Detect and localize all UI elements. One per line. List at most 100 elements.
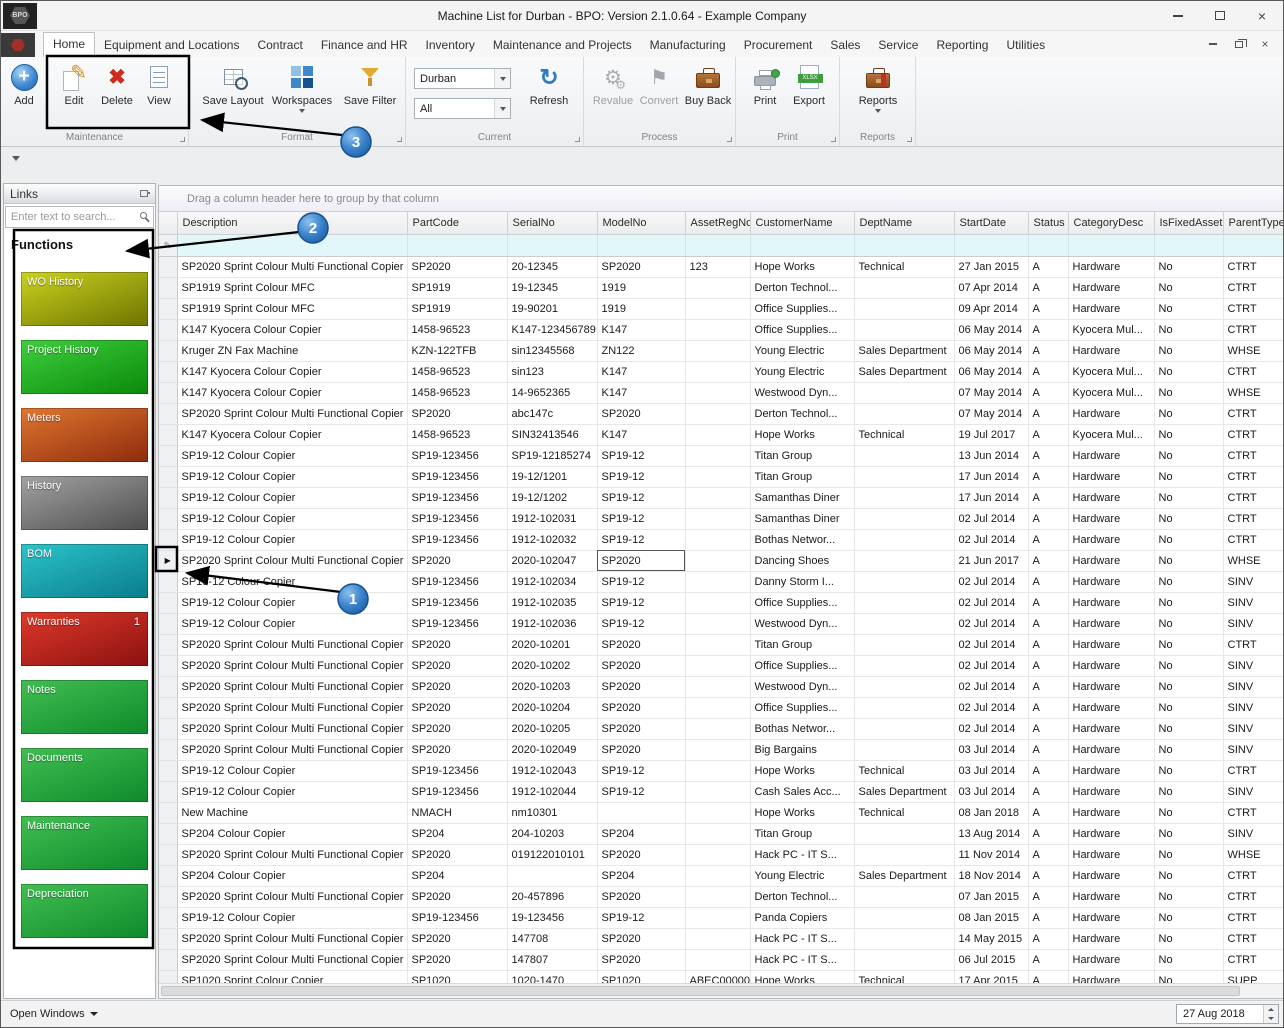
- table-row[interactable]: SP19-12 Colour CopierSP19-123456SP19-121…: [159, 445, 1283, 466]
- cell[interactable]: Kyocera Mul...: [1068, 424, 1154, 445]
- cell[interactable]: SP2020 Sprint Colour Multi Functional Co…: [177, 928, 407, 949]
- cell[interactable]: 06 Jul 2015: [954, 949, 1028, 970]
- cell[interactable]: [685, 865, 750, 886]
- cell[interactable]: WHSE: [1223, 382, 1283, 403]
- filter-cell-customername[interactable]: [750, 234, 854, 256]
- cell[interactable]: [854, 844, 954, 865]
- cell[interactable]: 1912-102043: [507, 760, 597, 781]
- cell[interactable]: No: [1154, 466, 1223, 487]
- cell[interactable]: No: [1154, 928, 1223, 949]
- cell[interactable]: Hack PC - IT S...: [750, 928, 854, 949]
- table-row[interactable]: SP2020 Sprint Colour Multi Functional Co…: [159, 634, 1283, 655]
- cell[interactable]: 1020-1470: [507, 970, 597, 983]
- cell[interactable]: Big Bargains: [750, 739, 854, 760]
- cell[interactable]: 123: [685, 256, 750, 277]
- cell[interactable]: SP2020: [407, 886, 507, 907]
- table-row[interactable]: SP19-12 Colour CopierSP19-12345619-12/12…: [159, 487, 1283, 508]
- cell[interactable]: A: [1028, 739, 1068, 760]
- cell[interactable]: SP19-123456: [407, 781, 507, 802]
- cell[interactable]: 1919: [597, 277, 685, 298]
- cell[interactable]: SP2020: [407, 739, 507, 760]
- cell[interactable]: [854, 634, 954, 655]
- table-row[interactable]: SP2020 Sprint Colour Multi Functional Co…: [159, 949, 1283, 970]
- cell[interactable]: 07 May 2014: [954, 403, 1028, 424]
- dialog-launcher-icon[interactable]: [180, 137, 185, 142]
- cell[interactable]: 19 Jul 2017: [954, 424, 1028, 445]
- cell[interactable]: CTRT: [1223, 487, 1283, 508]
- cell[interactable]: [854, 277, 954, 298]
- cell[interactable]: SP19-123456: [407, 571, 507, 592]
- add-button[interactable]: + Add: [5, 60, 43, 107]
- cell[interactable]: K147-123456789: [507, 319, 597, 340]
- table-row[interactable]: SP2020 Sprint Colour Multi Functional Co…: [159, 886, 1283, 907]
- cell[interactable]: SP2020: [597, 739, 685, 760]
- cell[interactable]: 03 Jul 2014: [954, 739, 1028, 760]
- cell[interactable]: [685, 928, 750, 949]
- cell[interactable]: SP19-12 Colour Copier: [177, 529, 407, 550]
- cell[interactable]: 27 Jan 2015: [954, 256, 1028, 277]
- cell[interactable]: Derton Technol...: [750, 403, 854, 424]
- cell[interactable]: CTRT: [1223, 361, 1283, 382]
- cell[interactable]: Kruger ZN Fax Machine: [177, 340, 407, 361]
- cell[interactable]: CTRT: [1223, 529, 1283, 550]
- cell[interactable]: SP204: [407, 865, 507, 886]
- cell[interactable]: 1458-96523: [407, 424, 507, 445]
- cell[interactable]: Hardware: [1068, 718, 1154, 739]
- cell[interactable]: [597, 802, 685, 823]
- cell[interactable]: A: [1028, 382, 1068, 403]
- column-header-description[interactable]: Description: [177, 212, 407, 234]
- cell[interactable]: [854, 403, 954, 424]
- cell[interactable]: CTRT: [1223, 256, 1283, 277]
- table-row[interactable]: SP2020 Sprint Colour Multi Functional Co…: [159, 655, 1283, 676]
- cell[interactable]: Technical: [854, 970, 954, 983]
- cell[interactable]: [685, 781, 750, 802]
- cell[interactable]: SP2020: [407, 718, 507, 739]
- cell[interactable]: 17 Apr 2015: [954, 970, 1028, 983]
- cell[interactable]: No: [1154, 508, 1223, 529]
- cell[interactable]: [685, 340, 750, 361]
- cell[interactable]: ZN122: [597, 340, 685, 361]
- cell[interactable]: A: [1028, 823, 1068, 844]
- cell[interactable]: Hardware: [1068, 676, 1154, 697]
- cell[interactable]: 19-123456: [507, 907, 597, 928]
- cell[interactable]: SP19-12 Colour Copier: [177, 466, 407, 487]
- chevron-down-icon[interactable]: [494, 69, 510, 88]
- cell[interactable]: 1912-102034: [507, 571, 597, 592]
- cell[interactable]: SP204: [597, 823, 685, 844]
- cell[interactable]: Sales Department: [854, 781, 954, 802]
- cell[interactable]: A: [1028, 487, 1068, 508]
- cell[interactable]: No: [1154, 361, 1223, 382]
- mdi-restore-button[interactable]: [1231, 37, 1247, 51]
- cell[interactable]: [854, 697, 954, 718]
- cell[interactable]: No: [1154, 550, 1223, 571]
- cell[interactable]: SP19-123456: [407, 487, 507, 508]
- cell[interactable]: Office Supplies...: [750, 592, 854, 613]
- cell[interactable]: 14-9652365: [507, 382, 597, 403]
- cell[interactable]: SP19-12: [597, 487, 685, 508]
- cell[interactable]: SP19-12: [597, 907, 685, 928]
- cell[interactable]: Technical: [854, 424, 954, 445]
- cell[interactable]: 17 Jun 2014: [954, 466, 1028, 487]
- cell[interactable]: SP2020: [597, 718, 685, 739]
- cell[interactable]: [854, 382, 954, 403]
- function-button-maintenance[interactable]: Maintenance: [21, 816, 148, 870]
- cell[interactable]: SP2020: [407, 928, 507, 949]
- cell[interactable]: CTRT: [1223, 907, 1283, 928]
- cell[interactable]: [685, 844, 750, 865]
- tab-utilities[interactable]: Utilities: [997, 34, 1054, 57]
- cell[interactable]: 1912-102036: [507, 613, 597, 634]
- column-header-customername[interactable]: CustomerName: [750, 212, 854, 234]
- table-row[interactable]: SP2020 Sprint Colour Multi Functional Co…: [159, 718, 1283, 739]
- cell[interactable]: Titan Group: [750, 466, 854, 487]
- cell[interactable]: [854, 529, 954, 550]
- cell[interactable]: Kyocera Mul...: [1068, 361, 1154, 382]
- cell[interactable]: SP2020: [597, 949, 685, 970]
- cell[interactable]: Sales Department: [854, 340, 954, 361]
- cell[interactable]: [685, 508, 750, 529]
- reports-button[interactable]: Reports: [851, 60, 905, 113]
- cell[interactable]: 1458-96523: [407, 382, 507, 403]
- cell[interactable]: WHSE: [1223, 340, 1283, 361]
- table-row[interactable]: K147 Kyocera Colour Copier1458-96523sin1…: [159, 361, 1283, 382]
- cell[interactable]: K147: [597, 319, 685, 340]
- cell[interactable]: SP19-12: [597, 445, 685, 466]
